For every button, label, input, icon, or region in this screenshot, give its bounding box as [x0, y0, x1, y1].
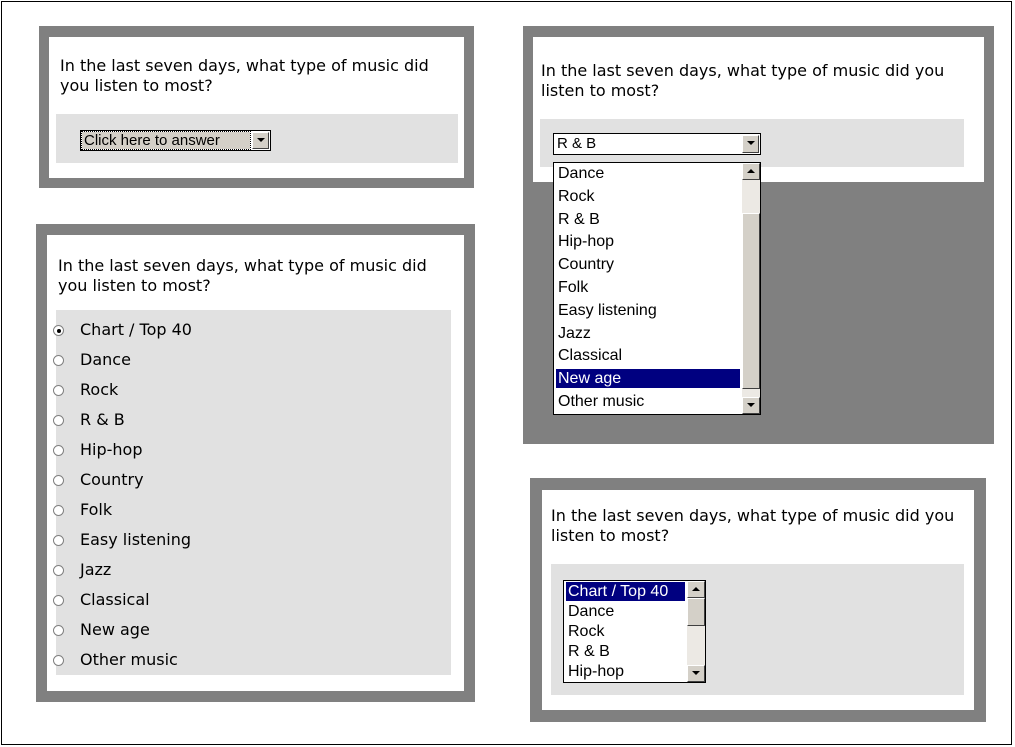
- listbox-option[interactable]: Dance: [566, 602, 685, 621]
- music-dropdown[interactable]: R & B: [553, 133, 761, 155]
- question-card: In the last seven days, what type of mus…: [49, 37, 464, 178]
- scroll-up-icon[interactable]: [687, 581, 705, 598]
- question-text: In the last seven days, what type of mus…: [541, 61, 945, 100]
- dropdown-value: R & B: [557, 135, 597, 152]
- radio-icon[interactable]: [53, 655, 64, 666]
- radio-icon[interactable]: [53, 415, 64, 426]
- radio-icon[interactable]: [53, 505, 64, 516]
- dropdown-option[interactable]: Hip-hop: [556, 232, 740, 251]
- scroll-thumb[interactable]: [742, 213, 760, 389]
- radio-icon[interactable]: [53, 565, 64, 576]
- radio-icon[interactable]: [53, 625, 64, 636]
- question-card: In the last seven days, what type of mus…: [542, 490, 974, 710]
- listbox-option[interactable]: Chart / Top 40: [566, 582, 685, 601]
- radio-icon[interactable]: [53, 595, 64, 606]
- radio-icon[interactable]: [53, 475, 64, 486]
- radio-icon[interactable]: [53, 325, 64, 336]
- dropdown-arrow-icon[interactable]: [742, 135, 759, 153]
- dropdown-value: Click here to answer: [81, 131, 251, 150]
- radio-label: Classical: [80, 590, 150, 609]
- scroll-down-icon[interactable]: [742, 397, 760, 414]
- music-listbox[interactable]: Chart / Top 40 Dance Rock R & B Hip-hop: [563, 580, 706, 683]
- radio-label: Rock: [80, 380, 119, 399]
- radio-icon[interactable]: [53, 385, 64, 396]
- radio-label: Folk: [80, 500, 113, 519]
- scroll-up-icon[interactable]: [742, 163, 760, 180]
- panel-dropdown-closed: In the last seven days, what type of mus…: [39, 26, 474, 188]
- radio-icon[interactable]: [53, 535, 64, 546]
- listbox-option[interactable]: R & B: [566, 642, 685, 661]
- scrollbar[interactable]: [742, 163, 760, 414]
- scrollbar[interactable]: [687, 581, 705, 682]
- radio-label: Easy listening: [80, 530, 192, 549]
- dropdown-option[interactable]: Classical: [556, 346, 740, 365]
- radio-label: Country: [80, 470, 144, 489]
- answer-area: Chart / Top 40 Dance Rock R & B Hip-hop: [551, 564, 964, 695]
- radio-label: Chart / Top 40: [80, 320, 192, 339]
- question-text: In the last seven days, what type of mus…: [551, 506, 955, 545]
- radio-label: Other music: [80, 650, 178, 669]
- dropdown-option[interactable]: Country: [556, 255, 740, 274]
- listbox-option[interactable]: Hip-hop: [566, 662, 685, 681]
- dropdown-option[interactable]: New age: [556, 369, 740, 389]
- dropdown-option[interactable]: Other music: [556, 392, 740, 411]
- dropdown-option[interactable]: Jazz: [556, 324, 740, 343]
- panel-radio: In the last seven days, what type of mus…: [36, 224, 475, 702]
- panel-listbox: In the last seven days, what type of mus…: [530, 478, 986, 722]
- listbox-option[interactable]: Rock: [566, 622, 685, 641]
- dropdown-option[interactable]: Rock: [556, 187, 740, 206]
- answer-area: R & B: [540, 119, 964, 167]
- music-dropdown[interactable]: Click here to answer: [80, 130, 271, 151]
- radio-label: Jazz: [80, 560, 112, 579]
- radio-label: Dance: [80, 350, 131, 369]
- dropdown-list[interactable]: Dance Rock R & B Hip-hop Country Folk Easy lis…: [553, 162, 761, 415]
- scroll-down-icon[interactable]: [687, 665, 705, 682]
- answer-area: Click here to answer: [56, 114, 458, 163]
- dropdown-option[interactable]: Dance: [556, 164, 740, 183]
- question-text: In the last seven days, what type of mus…: [60, 56, 429, 95]
- dropdown-option[interactable]: R & B: [556, 210, 740, 229]
- radio-icon[interactable]: [53, 445, 64, 456]
- dropdown-arrow-icon[interactable]: [252, 132, 269, 149]
- radio-label: R & B: [80, 410, 125, 429]
- radio-label: Hip-hop: [80, 440, 143, 459]
- radio-icon[interactable]: [53, 355, 64, 366]
- dropdown-option[interactable]: Folk: [556, 278, 740, 297]
- question-text: In the last seven days, what type of mus…: [58, 256, 427, 295]
- dropdown-option[interactable]: Easy listening: [556, 301, 740, 320]
- radio-label: New age: [80, 620, 150, 639]
- question-card: In the last seven days, what type of mus…: [533, 37, 984, 182]
- panel-dropdown-open: In the last seven days, what type of mus…: [523, 26, 994, 444]
- scroll-thumb[interactable]: [687, 598, 705, 626]
